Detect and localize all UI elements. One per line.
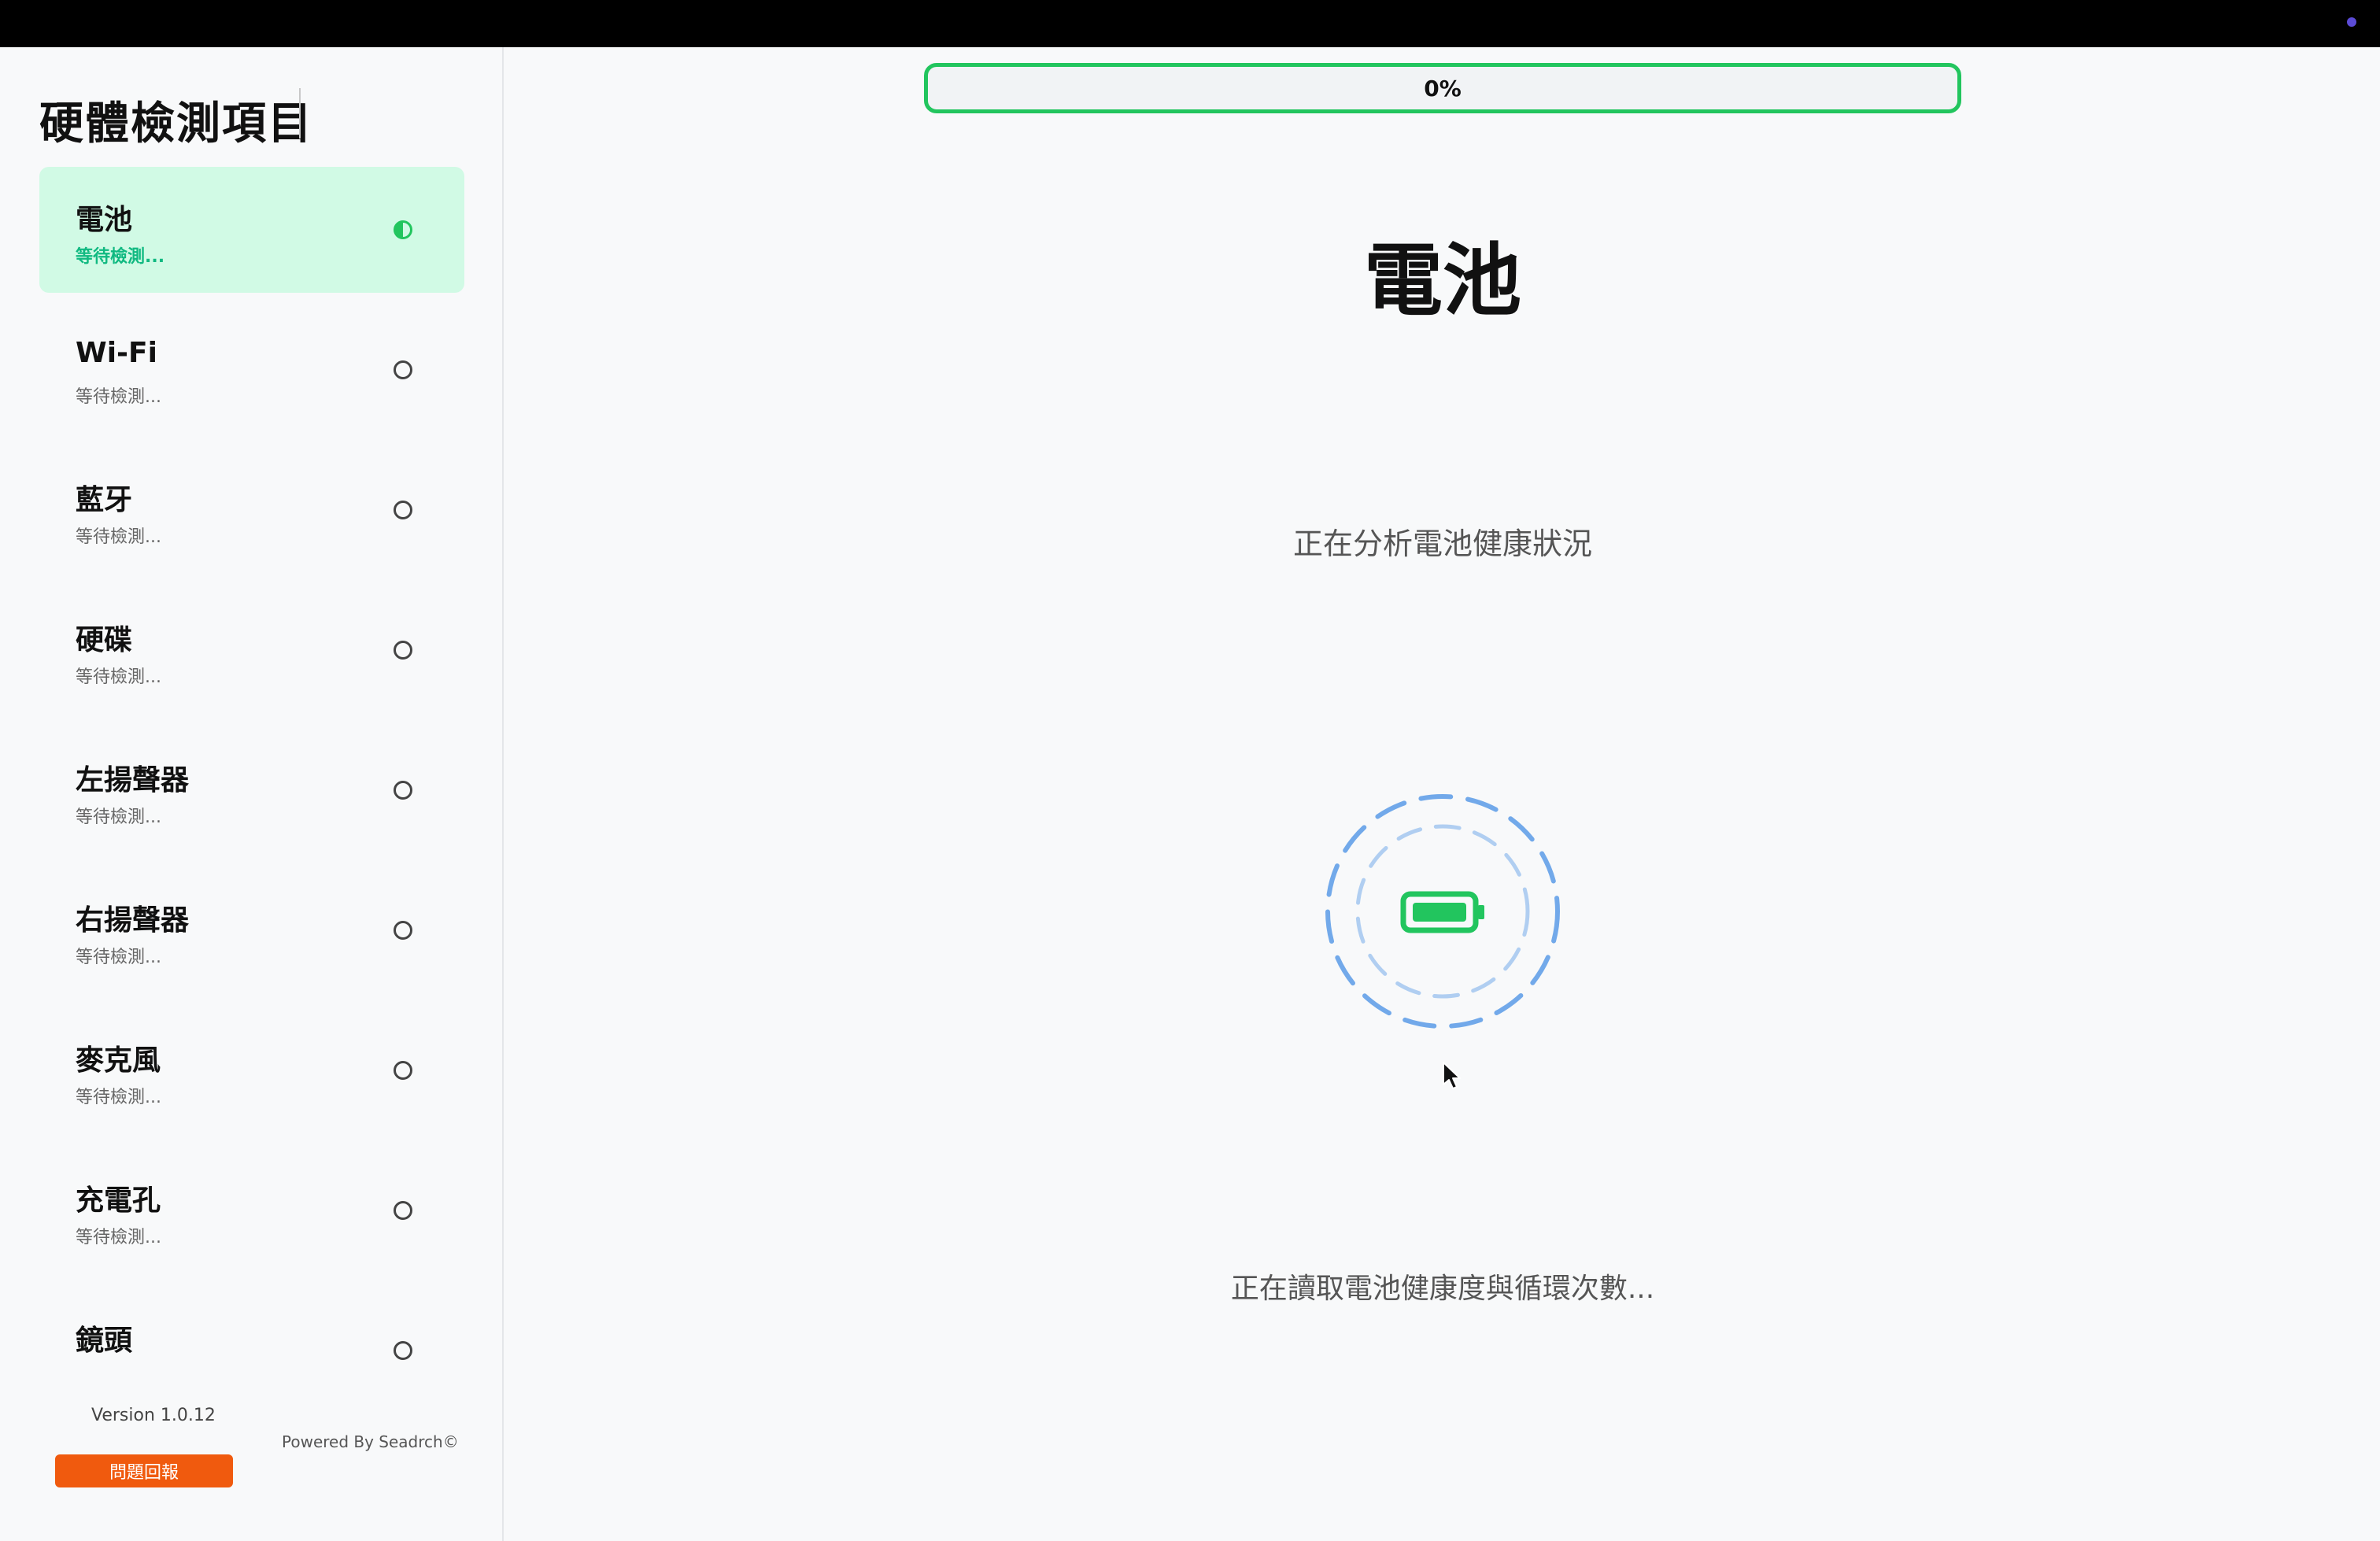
sidebar: 硬體檢測項目 電池 等待檢測... Wi-Fi 等待檢測... 藍牙 等待檢測.… xyxy=(0,47,504,1541)
sidebar-item-label: Wi-Fi xyxy=(76,337,157,369)
page-subtitle: 正在分析電池健康狀況 xyxy=(1292,527,1592,561)
sidebar-item-disk[interactable]: 硬碟 等待檢測... xyxy=(39,587,464,713)
sidebar-item-camera[interactable]: 鏡頭 xyxy=(39,1288,464,1401)
sidebar-item-microphone[interactable]: 麥克風 等待檢測... xyxy=(39,1007,464,1133)
sidebar-item-label: 藍牙 xyxy=(76,484,133,516)
sidebar-item-label: 充電孔 xyxy=(76,1184,161,1217)
sidebar-item-status: 等待檢測... xyxy=(76,527,161,547)
sidebar-item-status: 等待檢測... xyxy=(76,948,161,967)
progress-label: 0% xyxy=(1424,75,1462,102)
sidebar-item-status: 等待檢測... xyxy=(76,247,165,267)
sidebar-item-wifi[interactable]: Wi-Fi 等待檢測... xyxy=(39,307,464,433)
sidebar-item-left-speaker[interactable]: 左揚聲器 等待檢測... xyxy=(39,727,464,853)
sidebar-item-label: 左揚聲器 xyxy=(76,764,190,796)
window-top-bar xyxy=(0,0,2380,47)
progress-bar: 0% xyxy=(924,63,1961,113)
pending-circle-icon xyxy=(394,1201,412,1220)
battery-icon xyxy=(1400,891,1484,933)
main-panel: 0% 電池 正在分析電池健康狀況 正在讀取電池健康度與循環次數... xyxy=(505,47,2380,1541)
text-caret xyxy=(299,88,301,139)
pending-circle-icon xyxy=(394,360,412,379)
sidebar-item-status: 等待檢測... xyxy=(76,1088,161,1107)
version-label: Version 1.0.12 xyxy=(91,1406,216,1425)
sidebar-item-bluetooth[interactable]: 藍牙 等待檢測... xyxy=(39,447,464,573)
sidebar-item-status: 等待檢測... xyxy=(76,667,161,687)
sidebar-item-label: 鏡頭 xyxy=(76,1325,133,1357)
sidebar-item-label: 電池 xyxy=(76,204,133,236)
loading-spinner xyxy=(1325,794,1560,1029)
in-progress-icon xyxy=(394,220,412,239)
sidebar-item-status: 等待檢測... xyxy=(76,387,161,407)
pending-circle-icon xyxy=(394,921,412,940)
status-message: 正在讀取電池健康度與循環次數... xyxy=(1230,1273,1655,1305)
sidebar-item-charging-port[interactable]: 充電孔 等待檢測... xyxy=(39,1147,464,1273)
powered-by-label: Powered By Seadrch© xyxy=(282,1432,459,1451)
test-item-list: 電池 等待檢測... Wi-Fi 等待檢測... 藍牙 等待檢測... 硬碟 等… xyxy=(39,167,464,1401)
sidebar-item-right-speaker[interactable]: 右揚聲器 等待檢測... xyxy=(39,867,464,993)
sidebar-item-label: 麥克風 xyxy=(76,1044,161,1077)
sidebar-title: 硬體檢測項目 xyxy=(39,98,313,150)
mouse-cursor-icon xyxy=(1443,1062,1461,1089)
pending-circle-icon xyxy=(394,641,412,660)
status-dot-icon xyxy=(2347,17,2356,27)
sidebar-item-status: 等待檢測... xyxy=(76,807,161,827)
report-issue-button[interactable]: 問題回報 xyxy=(55,1454,233,1487)
pending-circle-icon xyxy=(394,1341,412,1360)
pending-circle-icon xyxy=(394,1061,412,1080)
pending-circle-icon xyxy=(394,781,412,800)
sidebar-item-status: 等待檢測... xyxy=(76,1228,161,1247)
sidebar-item-label: 硬碟 xyxy=(76,624,133,656)
sidebar-item-battery[interactable]: 電池 等待檢測... xyxy=(39,167,464,293)
pending-circle-icon xyxy=(394,501,412,519)
sidebar-item-label: 右揚聲器 xyxy=(76,904,190,937)
page-title: 電池 xyxy=(1364,235,1521,327)
